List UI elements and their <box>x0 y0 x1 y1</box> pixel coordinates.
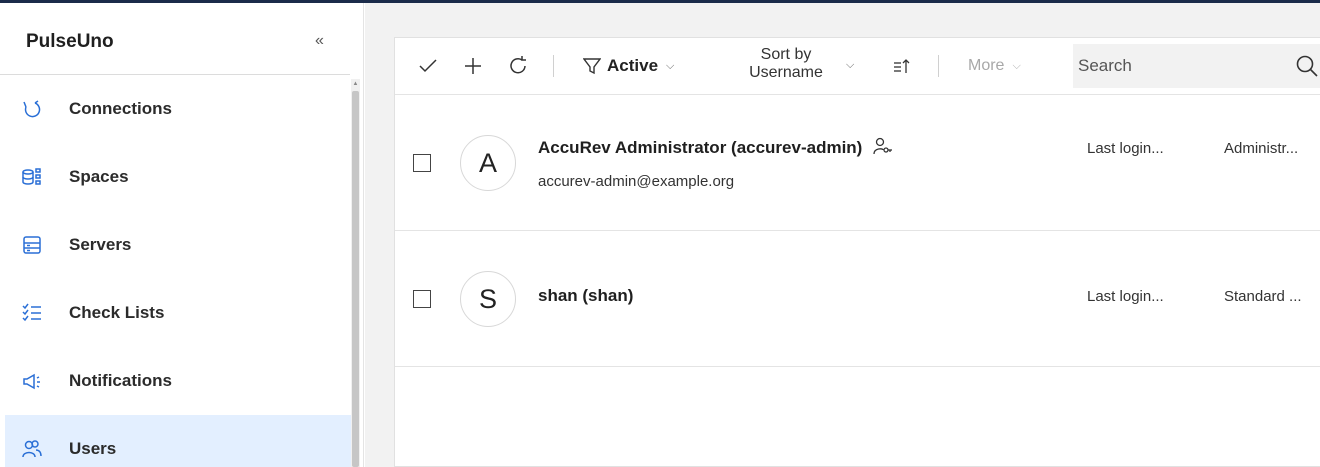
search-box <box>1073 44 1320 88</box>
more-label: More <box>968 57 1005 74</box>
sort-label: Sort by Username <box>728 46 844 82</box>
sidebar-item-notifications[interactable]: Notifications <box>5 347 351 415</box>
user-role: Administr... <box>1224 140 1299 157</box>
sidebar-item-check-lists[interactable]: Check Lists <box>5 279 351 347</box>
check-icon <box>419 59 437 73</box>
plus-icon <box>465 58 481 74</box>
sidebar-item-label: Servers <box>69 235 132 254</box>
servers-icon <box>21 234 43 256</box>
sort-label-line2: Username <box>749 64 823 81</box>
search-icon[interactable] <box>1295 54 1319 78</box>
toolbar-separator <box>553 55 554 77</box>
last-login: Last login... <box>1087 140 1164 157</box>
sidebar-item-servers[interactable]: Servers <box>5 211 351 279</box>
search-input[interactable] <box>1073 44 1293 88</box>
sidebar-item-label: Check Lists <box>69 303 165 322</box>
more-dropdown[interactable]: More ⌵ <box>968 52 1048 80</box>
sidebar-nav: Connections Spaces Servers Check Lists N… <box>5 75 351 467</box>
chevron-down-icon: ⌵ <box>666 59 675 72</box>
sidebar-item-spaces[interactable]: Spaces <box>5 143 351 211</box>
user-name[interactable]: AccuRev Administrator (accurev-admin) <box>538 138 862 157</box>
admin-key-icon <box>873 137 893 160</box>
select-all-button[interactable] <box>415 52 441 80</box>
user-role: Standard ... <box>1224 288 1302 305</box>
chevron-down-icon: ⌵ <box>1012 59 1021 72</box>
brand-row: PulseUno « <box>0 3 350 75</box>
sidebar-item-label: Spaces <box>69 167 129 186</box>
user-email: accurev-admin@example.org <box>538 173 735 190</box>
refresh-icon <box>510 56 526 74</box>
sidebar-scrollbar[interactable]: ▲ <box>351 79 360 467</box>
app-root: PulseUno « Connections Spaces Servers Ch… <box>0 0 1320 467</box>
sort-label-line1: Sort by <box>760 46 812 63</box>
toolbar-separator <box>938 55 939 77</box>
row-checkbox[interactable] <box>413 154 431 172</box>
connections-icon <box>21 98 43 120</box>
filter-dropdown[interactable]: Active ⌵ <box>583 52 693 80</box>
chevron-down-icon: ⌵ <box>846 59 855 71</box>
user-name-line: AccuRev Administrator (accurev-admin) <box>538 137 893 160</box>
checklist-icon <box>21 302 43 324</box>
sidebar-item-connections[interactable]: Connections <box>5 75 351 143</box>
refresh-button[interactable] <box>505 52 531 80</box>
sidebar-item-label: Users <box>69 439 117 458</box>
user-name[interactable]: shan (shan) <box>538 286 633 306</box>
scroll-up-arrow-icon[interactable]: ▲ <box>352 79 359 89</box>
users-panel: Active ⌵ Sort by Username ⌵ More ⌵ Searc… <box>394 37 1320 467</box>
megaphone-icon <box>21 370 43 392</box>
sidebar-item-users[interactable]: Users <box>5 415 351 467</box>
filter-label: Active <box>607 56 659 75</box>
row-checkbox[interactable] <box>413 290 431 308</box>
users-icon <box>21 438 43 460</box>
main-area: Active ⌵ Sort by Username ⌵ More ⌵ Searc… <box>365 3 1320 467</box>
avatar: S <box>460 271 516 327</box>
add-user-button[interactable] <box>461 52 485 80</box>
sort-ascending-icon <box>894 59 910 73</box>
last-login: Last login... <box>1087 288 1164 305</box>
user-row[interactable]: A AccuRev Administrator (accurev-admin) … <box>395 95 1320 231</box>
app-title: PulseUno <box>26 31 114 52</box>
sidebar: PulseUno « Connections Spaces Servers Ch… <box>0 3 364 467</box>
sort-direction-button[interactable] <box>889 52 913 80</box>
collapse-sidebar-button[interactable]: « <box>315 32 324 50</box>
sidebar-item-label: Notifications <box>69 371 172 390</box>
user-row[interactable]: S shan (shan) Last login... Standard ... <box>395 231 1320 367</box>
filter-icon <box>583 58 601 75</box>
avatar: A <box>460 135 516 191</box>
toolbar: Active ⌵ Sort by Username ⌵ More ⌵ <box>395 38 1320 95</box>
sidebar-item-label: Connections <box>69 99 172 118</box>
scrollbar-thumb[interactable] <box>352 91 359 467</box>
spaces-icon <box>21 166 43 188</box>
